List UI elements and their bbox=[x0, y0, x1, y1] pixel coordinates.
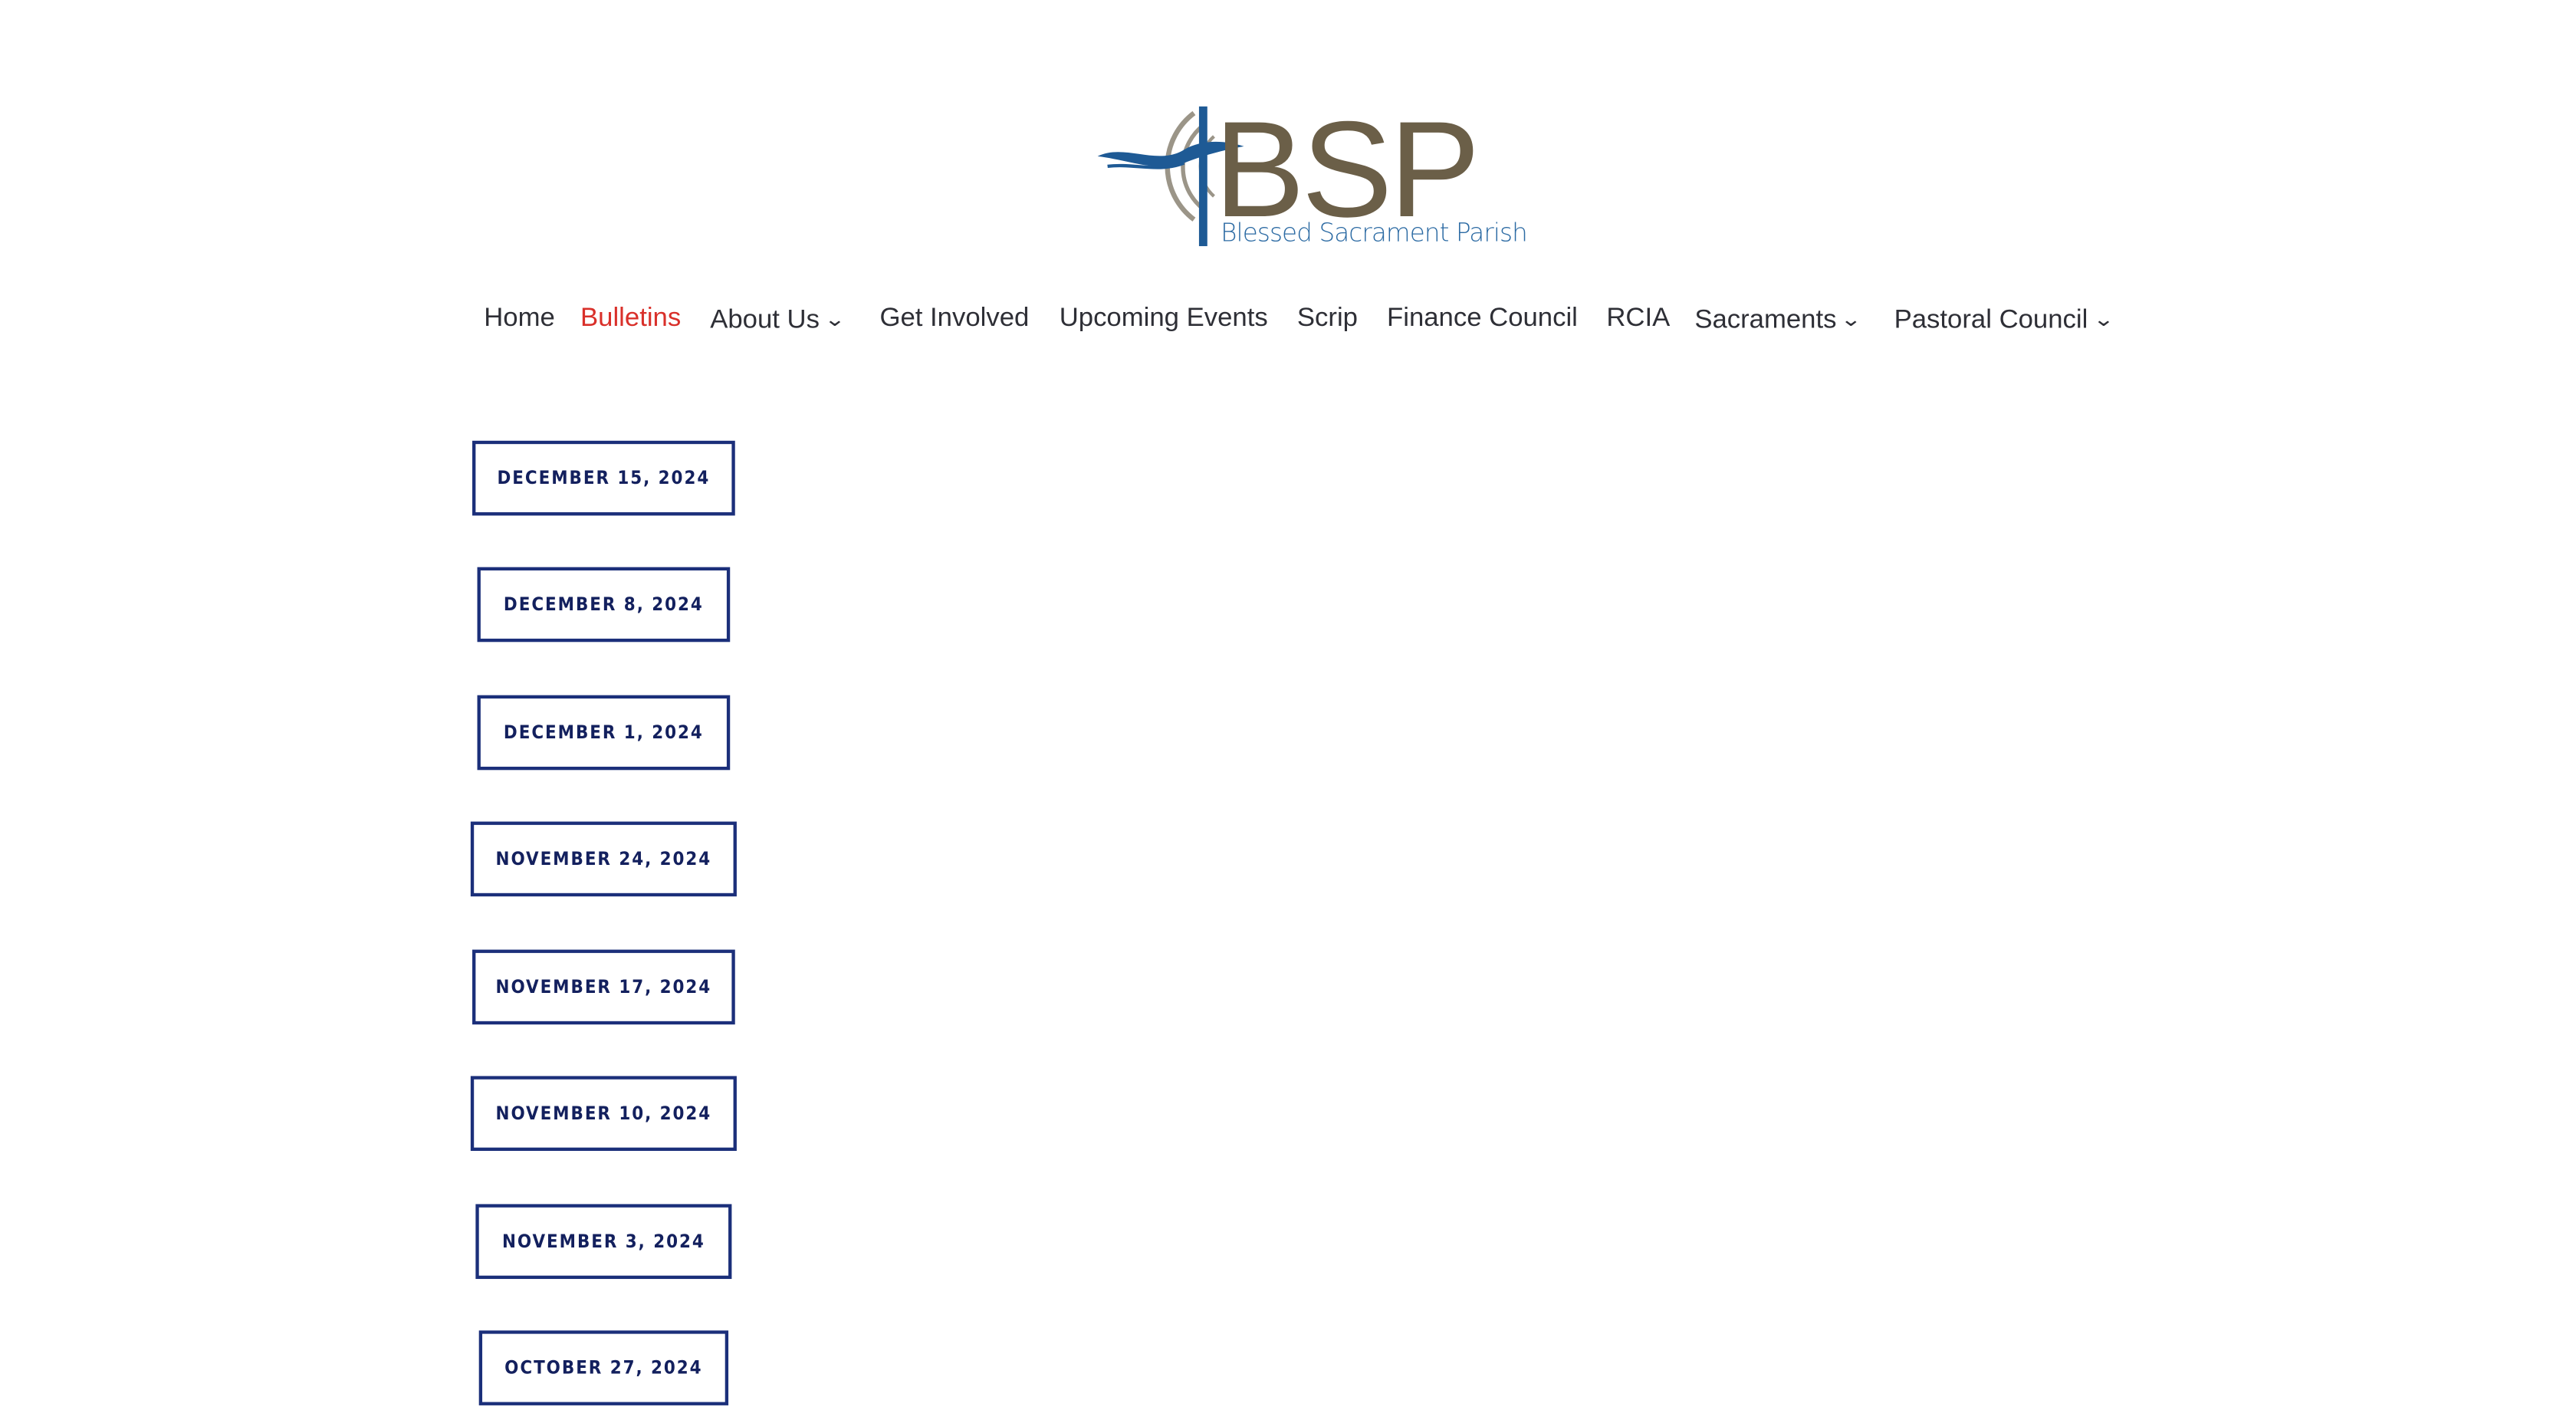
bulletin-button[interactable]: December 8, 2024 bbox=[477, 567, 731, 643]
page-content: BSP Blessed Sacrament Parish Home Bullet… bbox=[0, 0, 2576, 1420]
bulletin-button[interactable]: November 24, 2024 bbox=[470, 821, 737, 897]
bulletin-button[interactable]: November 17, 2024 bbox=[472, 949, 735, 1025]
bulletin-button[interactable]: December 15, 2024 bbox=[472, 440, 735, 516]
bulletin-button[interactable]: October 27, 2024 bbox=[478, 1330, 729, 1405]
bulletin-list: December 15, 2024 December 8, 2024 Decem… bbox=[0, 0, 2576, 1420]
page: BSP Blessed Sacrament Parish Home Bullet… bbox=[0, 0, 2576, 1420]
bulletin-button[interactable]: November 10, 2024 bbox=[470, 1076, 737, 1152]
bulletin-button[interactable]: December 1, 2024 bbox=[477, 695, 731, 771]
bulletin-button[interactable]: November 3, 2024 bbox=[475, 1204, 732, 1280]
